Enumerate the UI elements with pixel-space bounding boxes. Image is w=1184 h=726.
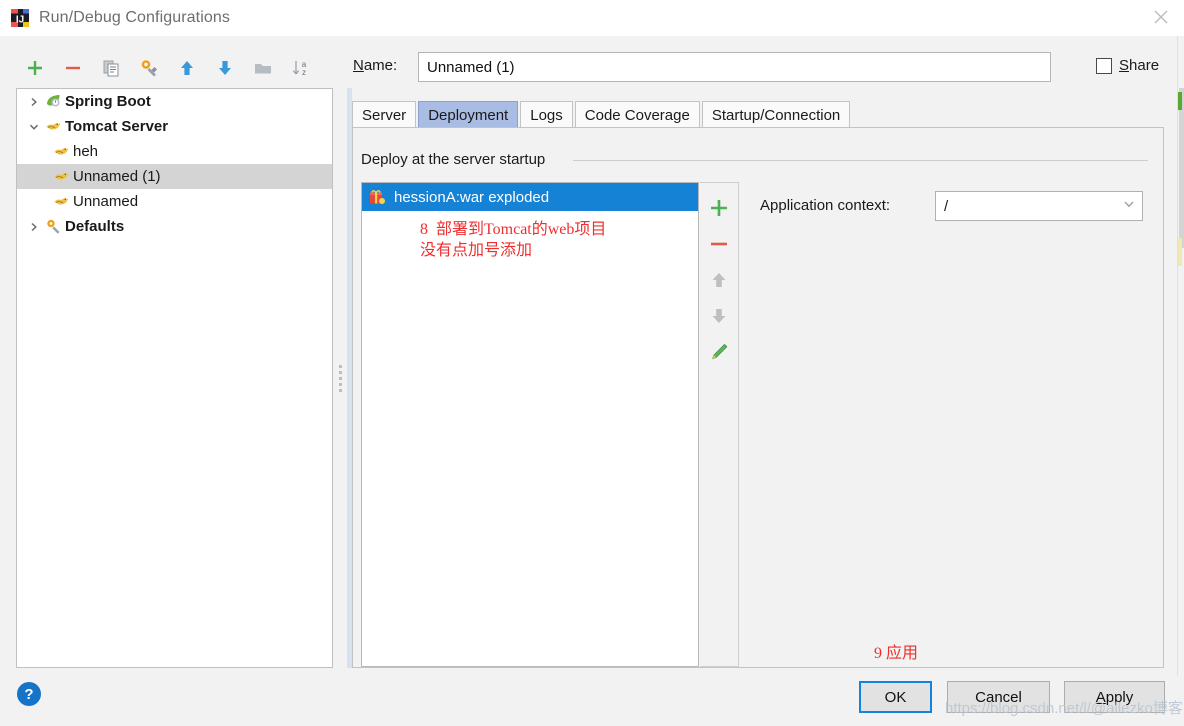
remove-configuration-button[interactable] bbox=[54, 52, 92, 86]
apply-button[interactable]: Apply bbox=[1064, 681, 1165, 713]
arrow-up-icon bbox=[708, 269, 730, 294]
chevron-right-icon[interactable] bbox=[25, 218, 43, 236]
artifact-icon bbox=[368, 188, 388, 206]
tab-server[interactable]: Server bbox=[352, 101, 417, 128]
spring-boot-icon bbox=[43, 93, 63, 111]
folder-icon bbox=[253, 58, 273, 81]
create-folder-button[interactable] bbox=[244, 52, 282, 86]
edit-artifact-button[interactable] bbox=[702, 335, 736, 371]
deploy-annotation-text: 8 部署到Tomcat的web项目 没有点加号添加 bbox=[420, 221, 607, 259]
sort-alphabetically-button[interactable]: a z bbox=[282, 52, 320, 86]
move-down-button[interactable] bbox=[206, 52, 244, 86]
remove-artifact-button[interactable] bbox=[702, 227, 736, 263]
tab-startup-connection[interactable]: Startup/Connection bbox=[701, 101, 851, 128]
sort-az-icon: a z bbox=[291, 58, 311, 81]
panel-splitter[interactable] bbox=[333, 88, 347, 668]
scrollbar-marker-yellow bbox=[1178, 238, 1182, 266]
copy-configuration-button[interactable] bbox=[92, 52, 130, 86]
ok-button[interactable]: OK bbox=[859, 681, 932, 713]
name-label: Name: bbox=[353, 57, 397, 74]
share-label: Share bbox=[1119, 57, 1159, 74]
chevron-down-icon[interactable] bbox=[25, 118, 43, 136]
apply-button-text: pply bbox=[1105, 688, 1134, 706]
apply-annotation-text: 9 应用 bbox=[874, 645, 919, 662]
tree-item-unnamed[interactable]: Unnamed bbox=[17, 189, 332, 214]
window-scrollbar[interactable] bbox=[1177, 36, 1184, 676]
share-label-text: hare bbox=[1129, 57, 1160, 74]
add-artifact-button[interactable] bbox=[702, 191, 736, 227]
tab-code-coverage[interactable]: Code Coverage bbox=[574, 101, 700, 128]
splitter-grip-icon bbox=[338, 364, 342, 392]
application-context-value: / bbox=[944, 197, 949, 215]
tab-logs[interactable]: Logs bbox=[520, 101, 573, 128]
tomcat-icon bbox=[51, 143, 71, 161]
arrow-down-icon bbox=[708, 305, 730, 330]
tree-item-label: Unnamed (1) bbox=[73, 168, 161, 185]
tree-item-label: heh bbox=[73, 143, 99, 160]
intellij-idea-logo-icon: IJ bbox=[10, 8, 30, 28]
svg-text:IJ: IJ bbox=[16, 15, 24, 26]
title-bar: IJ Run/Debug Configurations bbox=[0, 0, 1184, 36]
deploy-group-title: Deploy at the server startup bbox=[361, 151, 554, 168]
svg-text:z: z bbox=[302, 68, 306, 77]
tomcat-icon bbox=[51, 193, 71, 211]
application-context-label: Application context: bbox=[760, 197, 891, 214]
configuration-tabs: Server Deployment Logs Code Coverage Sta… bbox=[352, 100, 852, 128]
tree-item-label: Tomcat Server bbox=[65, 118, 169, 135]
scrollbar-marker-green bbox=[1178, 92, 1182, 110]
tree-item-spring-boot[interactable]: Spring Boot bbox=[17, 89, 332, 114]
copy-icon bbox=[101, 58, 121, 81]
tree-item-tomcat-server[interactable]: Tomcat Server bbox=[17, 114, 332, 139]
scrollbar-thumb[interactable] bbox=[1179, 88, 1184, 248]
cancel-button[interactable]: Cancel bbox=[947, 681, 1050, 713]
pencil-icon bbox=[708, 341, 730, 366]
arrow-down-icon bbox=[215, 58, 235, 81]
application-context-combobox[interactable]: / bbox=[935, 191, 1143, 221]
tree-item-label: Spring Boot bbox=[65, 93, 151, 110]
plus-icon bbox=[25, 58, 45, 81]
list-item[interactable]: hessionA:war exploded bbox=[362, 183, 698, 211]
window-title: Run/Debug Configurations bbox=[39, 9, 230, 26]
minus-icon bbox=[708, 233, 730, 258]
share-label-mnemonic: S bbox=[1119, 57, 1130, 74]
share-checkbox-row[interactable]: Share bbox=[1096, 57, 1159, 74]
deployment-artifacts-list[interactable]: hessionA:war exploded 8 部署到Tomcat的web项目 … bbox=[361, 182, 699, 667]
arrow-up-icon bbox=[177, 58, 197, 81]
tomcat-icon bbox=[43, 118, 63, 136]
move-artifact-up-button[interactable] bbox=[702, 263, 736, 299]
tomcat-icon bbox=[51, 168, 71, 186]
help-icon: ? bbox=[24, 685, 34, 703]
move-artifact-down-button[interactable] bbox=[702, 299, 736, 335]
minus-icon bbox=[63, 58, 83, 81]
configuration-name-input[interactable]: Unnamed (1) bbox=[418, 52, 1051, 82]
chevron-right-icon[interactable] bbox=[25, 93, 43, 111]
close-icon bbox=[1152, 8, 1170, 29]
plus-icon bbox=[708, 197, 730, 222]
run-debug-configurations-dialog: IJ Run/Debug Configurations a z Spring B… bbox=[0, 0, 1184, 726]
tab-deployment[interactable]: Deployment bbox=[418, 101, 519, 128]
edit-templates-button[interactable] bbox=[130, 52, 168, 86]
share-checkbox[interactable] bbox=[1096, 57, 1112, 74]
wrench-gear-icon bbox=[43, 218, 63, 236]
tree-item-defaults[interactable]: Defaults bbox=[17, 214, 332, 239]
add-configuration-button[interactable] bbox=[16, 52, 54, 86]
close-window-button[interactable] bbox=[1138, 0, 1184, 36]
wrench-gear-icon bbox=[139, 58, 159, 81]
apply-button-mnemonic: A bbox=[1095, 688, 1106, 706]
name-label-mnemonic: N bbox=[353, 57, 364, 74]
chevron-down-icon[interactable] bbox=[1122, 197, 1136, 215]
tree-item-label: Defaults bbox=[65, 218, 125, 235]
name-label-text: ame: bbox=[363, 57, 398, 74]
artifact-label: hessionA:war exploded bbox=[394, 188, 550, 206]
tree-item-unnamed-1[interactable]: Unnamed (1) bbox=[17, 164, 332, 189]
tree-item-label: Unnamed bbox=[73, 193, 139, 210]
configurations-toolbar: a z bbox=[16, 50, 326, 88]
deploy-group-divider bbox=[573, 160, 1148, 161]
configurations-tree[interactable]: Spring Boot Tomcat Server heh Unnamed (1… bbox=[16, 88, 333, 668]
help-button[interactable]: ? bbox=[17, 682, 41, 706]
artifact-list-toolbar bbox=[700, 182, 739, 667]
tree-item-heh[interactable]: heh bbox=[17, 139, 332, 164]
move-up-button[interactable] bbox=[168, 52, 206, 86]
